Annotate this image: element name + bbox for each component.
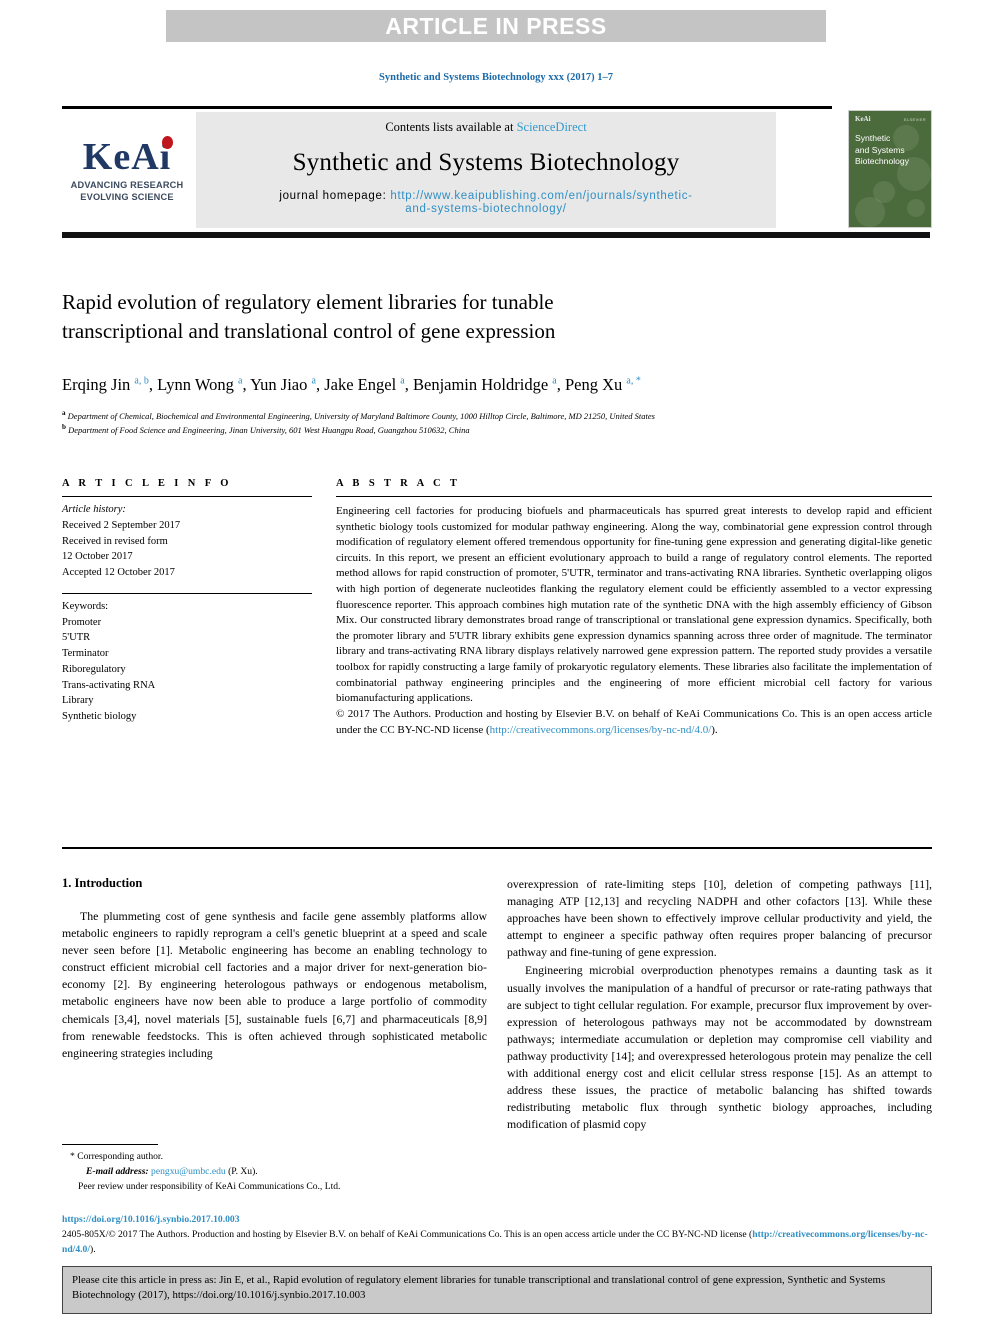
article-in-press-banner: ARTICLE IN PRESS xyxy=(166,10,826,42)
keyword-item: Library xyxy=(62,695,94,707)
sciencedirect-link[interactable]: ScienceDirect xyxy=(517,120,587,134)
header-rule-bottom xyxy=(62,232,930,238)
license-link[interactable]: http://creativecommons.org/licenses/by-n… xyxy=(490,724,712,736)
footer-license-close: ). xyxy=(90,1243,96,1255)
keai-tagline-line1: ADVANCING RESEARCH xyxy=(70,180,184,190)
abstract-text: Engineering cell factories for producing… xyxy=(336,505,932,705)
article-page: ARTICLE IN PRESS Synthetic and Systems B… xyxy=(0,0,992,1323)
article-title-line1: Rapid evolution of regulatory element li… xyxy=(62,290,554,314)
keai-dot-icon xyxy=(162,136,174,149)
keai-logo: KeAi ADVANCING RESEARCH EVOLVING SCIENCE xyxy=(66,136,188,203)
keywords-list: Keywords: Promoter 5'UTR Terminator Ribo… xyxy=(62,599,312,725)
abstract-heading: A B S T R A C T xyxy=(336,478,461,489)
cover-title-line2: and Systems xyxy=(855,144,905,155)
email-label: E-mail address: xyxy=(86,1165,149,1177)
cover-title-line3: Biotechnology xyxy=(855,156,909,167)
keyword-item: Trans-activating RNA xyxy=(62,679,156,691)
contents-prefix: Contents lists available at xyxy=(385,120,517,134)
keai-tagline: ADVANCING RESEARCH EVOLVING SCIENCE xyxy=(66,180,188,203)
article-history: Article history: Received 2 September 20… xyxy=(62,502,312,581)
cover-bubble-decoration xyxy=(855,197,885,227)
doi-footer: https://doi.org/10.1016/j.synbio.2017.10… xyxy=(62,1213,932,1257)
keyword-item: Riboregulatory xyxy=(62,663,126,675)
abstract-section: A B S T R A C T Engineering cell factori… xyxy=(336,478,932,738)
page-title: Rapid evolution of regulatory element li… xyxy=(62,288,762,346)
citation-box: Please cite this article in press as: Ji… xyxy=(62,1266,932,1314)
abstract-copyright-tail: ). xyxy=(711,723,718,736)
affiliation-b-text: Department of Food Science and Engineeri… xyxy=(68,424,470,435)
article-history-item: Received 2 September 2017 xyxy=(62,519,181,531)
cover-title-line1: Synthetic xyxy=(855,133,891,143)
affiliation-a: a Department of Chemical, Biochemical an… xyxy=(62,409,655,421)
homepage-link-part2[interactable]: and-systems-biotechnology/ xyxy=(196,203,776,215)
email-note: E-mail address: pengxu@umbc.edu (P. Xu). xyxy=(62,1165,492,1180)
homepage-link-part1[interactable]: http://www.keaipublishing.com/en/journal… xyxy=(390,190,692,202)
journal-header-panel: Contents lists available at ScienceDirec… xyxy=(196,112,776,228)
cover-corner-text: ELSEVIER xyxy=(904,117,926,122)
affiliations: a Department of Chemical, Biochemical an… xyxy=(62,408,862,436)
footnote-divider xyxy=(62,1144,158,1145)
keyword-item: Synthetic biology xyxy=(62,711,137,722)
cover-keai-mark: KeAi xyxy=(855,115,871,123)
footer-copyright-text: 2405-805X/© 2017 The Authors. Production… xyxy=(62,1229,747,1241)
keai-wordmark-text: KeAi xyxy=(82,136,172,178)
intro-paragraph: Engineering microbial overproduction phe… xyxy=(507,963,932,1132)
keai-tagline-line2: EVOLVING SCIENCE xyxy=(80,191,174,202)
article-info-divider xyxy=(62,496,312,497)
article-history-label: Article history: xyxy=(62,504,126,515)
article-title-line2: transcriptional and translational contro… xyxy=(62,318,556,343)
keyword-item: Terminator xyxy=(62,648,109,659)
affiliation-a-text: Department of Chemical, Biochemical and … xyxy=(67,410,655,421)
corresponding-author-note: * Corresponding author. xyxy=(70,1151,163,1162)
keyword-item: 5'UTR xyxy=(62,632,91,644)
intro-paragraph: overexpression of rate-limiting steps [1… xyxy=(507,877,932,960)
article-info-section: A R T I C L E I N F O Article history: R… xyxy=(62,478,312,725)
journal-title: Synthetic and Systems Biotechnology xyxy=(292,149,680,176)
article-info-heading: A R T I C L E I N F O xyxy=(62,478,232,489)
intro-paragraph: The plummeting cost of gene synthesis an… xyxy=(62,909,487,1060)
abstract-bottom-rule xyxy=(62,847,932,849)
homepage-label: journal homepage: xyxy=(279,190,391,202)
footnotes: * Corresponding author. E-mail address: … xyxy=(62,1150,492,1195)
body-column-left: 1. Introduction The plummeting cost of g… xyxy=(62,876,487,1063)
peer-review-note: Peer review under responsibility of KeAi… xyxy=(78,1180,341,1192)
keyword-item: Promoter xyxy=(62,616,102,628)
author-list: Erqing Jin a, b, Lynn Wong a, Yun Jiao a… xyxy=(62,375,641,394)
article-history-item: 12 October 2017 xyxy=(62,551,133,563)
email-suffix: (P. Xu). xyxy=(228,1165,258,1177)
keywords-divider xyxy=(62,592,312,594)
journal-homepage-line: journal homepage: http://www.keaipublish… xyxy=(196,190,776,215)
abstract-divider xyxy=(336,496,932,497)
section-heading-introduction: 1. Introduction xyxy=(62,876,143,890)
contents-line: Contents lists available at ScienceDirec… xyxy=(196,120,776,135)
body-column-right: overexpression of rate-limiting steps [1… xyxy=(507,876,932,1134)
abstract-copyright: © 2017 The Authors. Production and hosti… xyxy=(336,707,932,738)
footer-copyright: 2405-805X/© 2017 The Authors. Production… xyxy=(62,1228,932,1257)
article-in-press-label: ARTICLE IN PRESS xyxy=(385,12,607,39)
citation-text: Please cite this article in press as: Ji… xyxy=(72,1274,886,1302)
keai-wordmark: KeAi xyxy=(82,136,174,178)
running-head: Synthetic and Systems Biotechnology xxx … xyxy=(379,72,613,83)
journal-cover-thumbnail: KeAi ELSEVIER Synthetic and Systems Biot… xyxy=(848,110,932,228)
doi-link[interactable]: https://doi.org/10.1016/j.synbio.2017.10… xyxy=(62,1213,932,1227)
article-history-item: Received in revised form xyxy=(62,535,168,547)
article-history-item: Accepted 12 October 2017 xyxy=(62,567,175,578)
affiliation-b: b Department of Food Science and Enginee… xyxy=(62,423,470,435)
header-rule-top xyxy=(62,106,832,109)
cover-bubble-decoration xyxy=(907,199,925,217)
keywords-label: Keywords: xyxy=(62,600,109,612)
email-link[interactable]: pengxu@umbc.edu xyxy=(151,1166,226,1177)
cover-title: Synthetic and Systems Biotechnology xyxy=(855,133,909,168)
